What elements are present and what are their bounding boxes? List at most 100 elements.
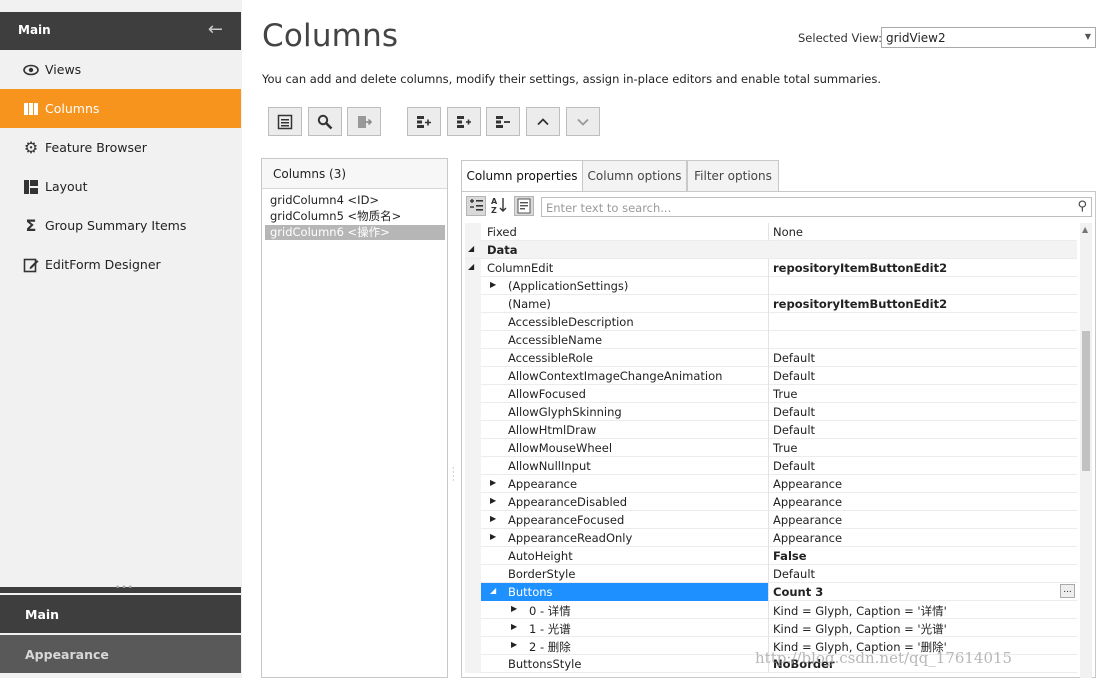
sidebar-splitter[interactable]: ••• [0, 583, 241, 593]
property-row[interactable]: AllowMouseWheel True [465, 439, 1077, 457]
property-row[interactable]: ▶ 1 - 光谱 Kind = Glyph, Caption = '光谱' [465, 619, 1077, 637]
property-value[interactable]: Default [773, 369, 815, 383]
sidebar-item-views[interactable]: Views [0, 50, 241, 89]
property-row[interactable]: ▶ (ApplicationSettings) [465, 277, 1077, 295]
property-value[interactable]: None [773, 225, 803, 239]
property-row[interactable]: (Name) repositoryItemButtonEdit2 [465, 295, 1077, 313]
row-gutter [465, 421, 481, 439]
property-row[interactable]: ▶ AppearanceDisabled Appearance [465, 493, 1077, 511]
sidebar-item-feature-browser[interactable]: ⚙ Feature Browser [0, 128, 241, 167]
column-separator [768, 349, 769, 367]
property-row[interactable]: AllowHtmlDraw Default [465, 421, 1077, 439]
show-field-list-button[interactable] [268, 107, 302, 136]
vertical-scrollbar[interactable]: ▲ [1080, 223, 1092, 678]
property-row[interactable]: AllowFocused True [465, 385, 1077, 403]
panel-splitter[interactable]: · · · · [452, 465, 456, 485]
property-value[interactable]: Default [773, 459, 815, 473]
add-column-button[interactable] [407, 107, 441, 136]
property-row[interactable]: ▶ AppearanceReadOnly Appearance [465, 529, 1077, 547]
move-down-button[interactable] [566, 107, 600, 136]
property-value[interactable]: True [773, 387, 797, 401]
scroll-up-icon[interactable]: ▲ [1082, 225, 1088, 234]
tab-column-options[interactable]: Column options [582, 160, 687, 191]
property-value[interactable]: repositoryItemButtonEdit2 [773, 297, 947, 311]
expand-arrow-icon[interactable]: ▶ [490, 514, 496, 523]
list-item[interactable]: gridColumn5 <物质名> [265, 209, 445, 224]
expand-arrow-icon[interactable]: ▶ [490, 496, 496, 505]
column-separator [768, 259, 769, 277]
property-row[interactable]: AccessibleDescription [465, 313, 1077, 331]
selected-view-dropdown[interactable]: gridView2 ▼ [881, 27, 1096, 48]
property-row[interactable]: AllowGlyphSkinning Default [465, 403, 1077, 421]
property-row[interactable]: ◢ ColumnEdit repositoryItemButtonEdit2 [465, 259, 1077, 277]
property-row[interactable]: AllowContextImageChangeAnimation Default [465, 367, 1077, 385]
expand-arrow-icon[interactable]: ▶ [490, 280, 496, 289]
expand-arrow-icon[interactable]: ▶ [511, 640, 517, 649]
property-row[interactable]: AutoHeight False [465, 547, 1077, 565]
property-name: BorderStyle [508, 567, 576, 581]
ellipsis-button[interactable]: ... [1060, 584, 1075, 598]
row-gutter [465, 511, 481, 529]
property-value[interactable]: Default [773, 567, 815, 581]
property-value[interactable]: False [773, 549, 807, 563]
scrollbar-thumb[interactable] [1082, 331, 1090, 471]
insert-column-button[interactable] [447, 107, 481, 136]
list-item[interactable]: gridColumn4 <ID> [265, 193, 445, 208]
property-row[interactable]: AccessibleName [465, 331, 1077, 349]
property-value[interactable]: Default [773, 351, 815, 365]
column-separator [768, 385, 769, 403]
property-row[interactable]: ▶ Appearance Appearance [465, 475, 1077, 493]
property-value[interactable]: Appearance [773, 495, 842, 509]
back-arrow-icon[interactable]: ← [208, 20, 223, 40]
property-value[interactable]: Appearance [773, 477, 842, 491]
property-value[interactable]: Default [773, 405, 815, 419]
remove-all-button[interactable] [347, 107, 381, 136]
collapse-arrow-icon[interactable]: ◢ [468, 262, 474, 271]
expand-arrow-icon[interactable]: ▶ [511, 604, 517, 613]
sidebar-item-editform-designer[interactable]: EditForm Designer [0, 245, 241, 284]
property-value[interactable]: Kind = Glyph, Caption = '详情' [773, 603, 947, 619]
sidebar-item-columns[interactable]: Columns [0, 89, 241, 128]
property-search-input[interactable]: Enter text to search... ⚲ [541, 197, 1092, 217]
property-name: AllowGlyphSkinning [508, 405, 622, 419]
property-row-selected[interactable]: ◢ Buttons Count 3 ... [465, 583, 1077, 601]
property-value[interactable]: True [773, 441, 797, 455]
property-row[interactable]: ▶ AppearanceFocused Appearance [465, 511, 1077, 529]
tab-column-properties[interactable]: Column properties [461, 160, 583, 192]
property-row[interactable]: BorderStyle Default [465, 565, 1077, 583]
alphabetical-sort-button[interactable]: AZ [490, 196, 510, 216]
sidebar-item-group-summary[interactable]: Σ Group Summary Items [0, 206, 241, 245]
expand-arrow-icon[interactable]: ▶ [511, 622, 517, 631]
expand-arrow-icon[interactable]: ▶ [490, 478, 496, 487]
collapse-arrow-icon[interactable]: ◢ [490, 586, 496, 595]
remove-column-button[interactable] [486, 107, 520, 136]
property-value[interactable]: Kind = Glyph, Caption = '光谱' [773, 621, 947, 637]
property-value[interactable]: repositoryItemButtonEdit2 [773, 261, 947, 275]
sidebar-group-appearance[interactable]: Appearance [0, 635, 241, 673]
move-up-button[interactable] [526, 107, 560, 136]
property-row[interactable]: Fixed None [465, 223, 1077, 241]
sidebar-group-main[interactable]: Main [0, 595, 241, 633]
property-row[interactable]: AllowNullInput Default [465, 457, 1077, 475]
property-value[interactable]: Appearance [773, 513, 842, 527]
property-pages-button[interactable] [514, 196, 534, 216]
row-gutter [465, 385, 481, 403]
edit-form-icon [23, 257, 39, 273]
page-title: Columns [262, 18, 399, 54]
expand-arrow-icon[interactable]: ▶ [490, 532, 496, 541]
list-item-selected[interactable]: gridColumn6 <操作> [265, 225, 445, 240]
categorized-view-button[interactable] [466, 196, 486, 216]
property-row[interactable]: ▶ 0 - 详情 Kind = Glyph, Caption = '详情' [465, 601, 1077, 619]
property-value[interactable]: Default [773, 423, 815, 437]
retrieve-fields-button[interactable] [308, 107, 342, 136]
column-separator [768, 493, 769, 511]
tab-filter-options[interactable]: Filter options [687, 160, 779, 191]
property-row[interactable]: AccessibleRole Default [465, 349, 1077, 367]
sidebar-header: Main ← [0, 12, 241, 50]
property-value[interactable]: Count 3 [773, 585, 823, 599]
property-category-row[interactable]: ◢ Data [465, 241, 1077, 259]
property-value[interactable]: Appearance [773, 531, 842, 545]
selected-view-value: gridView2 [886, 31, 946, 45]
collapse-arrow-icon[interactable]: ◢ [468, 244, 474, 253]
sidebar-item-layout[interactable]: Layout [0, 167, 241, 206]
